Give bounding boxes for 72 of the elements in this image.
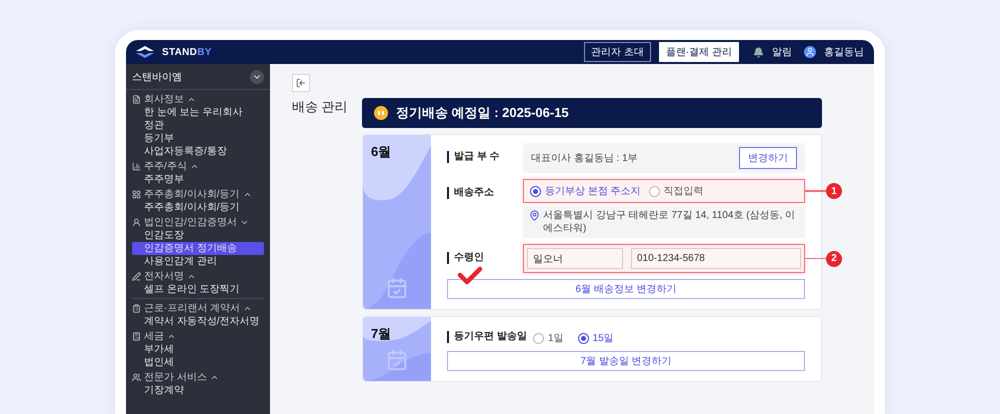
- caret-icon[interactable]: [242, 190, 252, 199]
- menu-group-title[interactable]: 전자서명: [144, 270, 184, 283]
- calendar-icon: [386, 277, 408, 299]
- callout-badge: 1: [826, 183, 842, 199]
- company-name: 스탠바이옘: [132, 70, 182, 84]
- menu-icon: [132, 162, 141, 171]
- menu-group-title[interactable]: 전문가 서비스: [144, 371, 207, 384]
- menu-icon: [132, 95, 141, 104]
- menu-group-title[interactable]: 주주총회/이사회/등기: [144, 188, 240, 201]
- menu-item[interactable]: 부가세: [132, 343, 264, 356]
- logo-text: STANDBY: [162, 46, 212, 58]
- menu-item[interactable]: 법인세: [132, 356, 264, 369]
- month-label: 7월: [371, 326, 392, 341]
- caret-icon[interactable]: [167, 332, 176, 341]
- callout-badge: 2: [826, 250, 842, 266]
- banner-text: 정기배송 예정일 : 2025-06-15: [396, 104, 569, 122]
- caret-icon[interactable]: [187, 95, 196, 104]
- back-button[interactable]: [292, 74, 310, 92]
- menu-icon: [132, 373, 141, 382]
- menu-group-title[interactable]: 근로·프리랜서 계약서: [144, 302, 240, 315]
- quote-icon: [374, 106, 388, 120]
- menu-item[interactable]: 한 눈에 보는 우리회사: [132, 106, 264, 119]
- company-menu-button[interactable]: [250, 70, 264, 84]
- radio-option[interactable]: 1일: [533, 331, 564, 345]
- radio-option[interactable]: 등기부상 본점 주소지: [530, 184, 641, 198]
- menu-group-title[interactable]: 주주/주식: [144, 160, 187, 173]
- phone-field[interactable]: 010-1234-5678: [631, 248, 801, 269]
- caret-icon[interactable]: [243, 304, 252, 313]
- radio-option[interactable]: 15일: [578, 331, 614, 345]
- user-icon[interactable]: [804, 46, 816, 58]
- menu-item[interactable]: 주주총회/이사회/등기: [132, 201, 264, 214]
- change-button[interactable]: 변경하기: [739, 147, 797, 169]
- menu-icon: [132, 304, 141, 313]
- pin-icon: [529, 210, 540, 221]
- caret-icon[interactable]: [240, 218, 249, 227]
- user-name[interactable]: 홍길동님: [824, 45, 864, 59]
- menu-item[interactable]: 사업자등록증/통장: [132, 145, 264, 158]
- month-label: 6월: [371, 144, 392, 159]
- menu-item[interactable]: 인감도장: [132, 229, 264, 242]
- change-info-button[interactable]: 6월 배송정보 변경하기: [447, 279, 805, 299]
- page-title: 배송 관리: [292, 98, 349, 116]
- caret-icon[interactable]: [190, 162, 199, 171]
- menu-item[interactable]: 인감증명서 정기배송: [132, 242, 264, 255]
- address-text: 서울특별시 강남구 테헤란로 77길 14, 1104호 (삼성동, 이에스타워): [543, 209, 796, 235]
- menu-icon: [132, 332, 141, 341]
- menu-item[interactable]: 셀프 온라인 도장찍기: [132, 283, 264, 296]
- name-field[interactable]: 일오너: [527, 248, 623, 269]
- bell-icon[interactable]: [753, 46, 764, 58]
- month-panel: [363, 317, 431, 381]
- menu-item[interactable]: 기장계약: [132, 384, 264, 397]
- menu-item[interactable]: 등기부: [132, 132, 264, 145]
- menu-item[interactable]: 주주명부: [132, 173, 264, 186]
- menu-icon: [132, 218, 141, 227]
- back-icon: [296, 78, 306, 88]
- notification-link[interactable]: 알림: [772, 45, 792, 59]
- menu-group-title[interactable]: 법인인감/인감증명서: [144, 216, 237, 229]
- radio-option[interactable]: 직접입력: [648, 184, 704, 198]
- calendar-icon: [386, 349, 408, 371]
- caret-icon[interactable]: [187, 272, 196, 281]
- menu-item[interactable]: 계약서 자동작성/전자서명: [132, 315, 264, 328]
- header-button[interactable]: 플랜·결제 관리: [658, 42, 739, 62]
- caret-icon[interactable]: [210, 373, 219, 382]
- menu-item[interactable]: 정관: [132, 119, 264, 132]
- menu-icon: [132, 272, 141, 281]
- menu-group-title[interactable]: 회사정보: [144, 93, 184, 106]
- copies-value: 대표이사 홍길동님 : 1부: [531, 152, 639, 165]
- menu-group-title[interactable]: 세금: [144, 330, 164, 343]
- menu-item[interactable]: 사용인감계 관리: [132, 255, 264, 268]
- change-info-button[interactable]: 7월 발송일 변경하기: [447, 351, 805, 371]
- header-button[interactable]: 관리자 초대: [584, 42, 651, 62]
- logo-icon: [136, 46, 154, 58]
- menu-icon: [132, 190, 141, 199]
